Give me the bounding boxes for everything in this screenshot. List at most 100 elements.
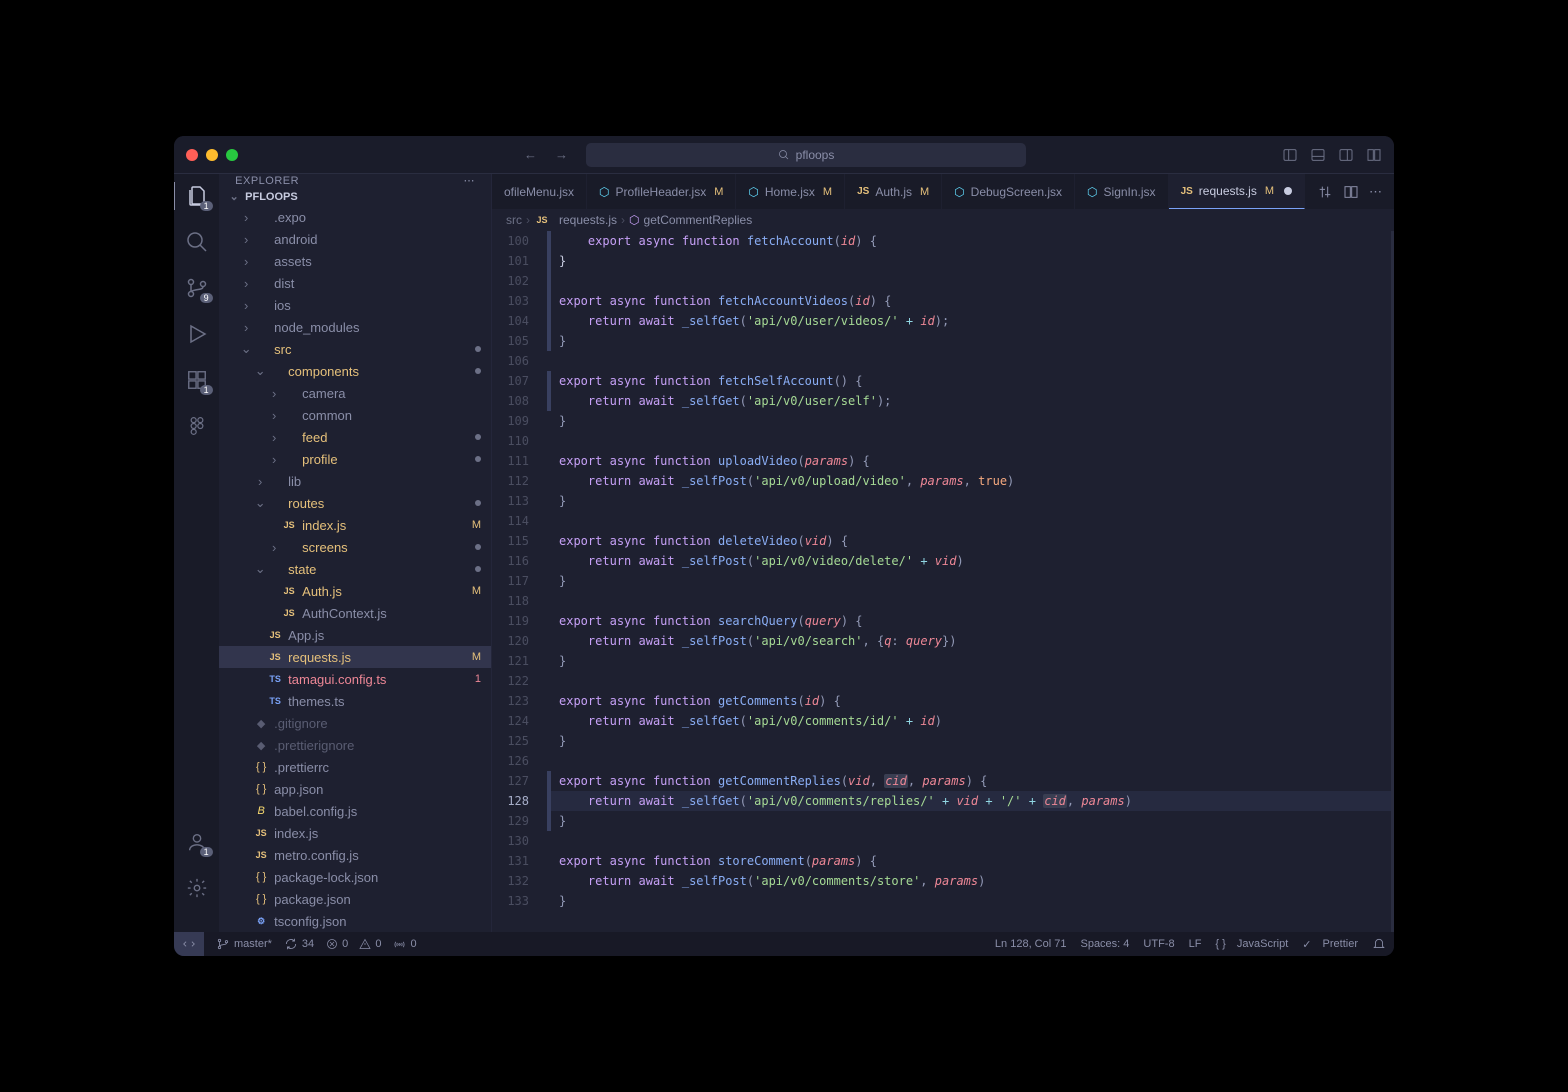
radio-button[interactable]: 0 xyxy=(393,938,416,951)
editor-tabs: ofileMenu.jsx⬡ ProfileHeader.jsxM⬡ Home.… xyxy=(492,174,1394,209)
cursor-position[interactable]: Ln 128, Col 71 xyxy=(995,938,1067,950)
activity-account[interactable]: 1 xyxy=(185,830,209,854)
folder-state[interactable]: ⌄state xyxy=(219,558,491,580)
sync-icon xyxy=(284,937,298,951)
file-tsconfig-json[interactable]: ⚙tsconfig.json xyxy=(219,910,491,932)
minimap[interactable] xyxy=(1391,231,1394,932)
close-window-button[interactable] xyxy=(186,149,198,161)
tab-requests-js[interactable]: JS requests.jsM xyxy=(1169,174,1305,209)
radio-icon xyxy=(393,938,406,951)
error-icon xyxy=(326,938,338,950)
encoding-button[interactable]: UTF-8 xyxy=(1143,938,1174,950)
folder-routes[interactable]: ⌄routes xyxy=(219,492,491,514)
explorer-more-button[interactable]: ⋯ xyxy=(464,174,476,187)
file--prettierrc[interactable]: { }.prettierrc xyxy=(219,756,491,778)
nav-forward-button[interactable]: → xyxy=(549,145,574,164)
panel-bottom-icon[interactable] xyxy=(1310,147,1326,163)
folder-assets[interactable]: ›assets xyxy=(219,250,491,272)
tab-SignIn-jsx[interactable]: ⬡ SignIn.jsx xyxy=(1075,174,1169,209)
folder-feed[interactable]: ›feed xyxy=(219,426,491,448)
warning-icon xyxy=(359,938,371,950)
file-requests-js[interactable]: JSrequests.jsM xyxy=(219,646,491,668)
workbench-body: 1 9 1 1 EXPLORER ⋯ xyxy=(174,174,1394,932)
activity-bar: 1 9 1 1 xyxy=(174,174,219,932)
folder--expo[interactable]: ›.expo xyxy=(219,206,491,228)
folder-android[interactable]: ›android xyxy=(219,228,491,250)
folder-components[interactable]: ⌄components xyxy=(219,360,491,382)
minimize-window-button[interactable] xyxy=(206,149,218,161)
file--prettierignore[interactable]: ◆.prettierignore xyxy=(219,734,491,756)
tab-ofileMenu-jsx[interactable]: ofileMenu.jsx xyxy=(492,174,587,209)
folder-node_modules[interactable]: ›node_modules xyxy=(219,316,491,338)
file-index-js[interactable]: JSindex.jsM xyxy=(219,514,491,536)
folder-screens[interactable]: ›screens xyxy=(219,536,491,558)
scm-badge: 9 xyxy=(200,293,213,303)
activity-extensions[interactable]: 1 xyxy=(185,368,209,392)
activity-search[interactable] xyxy=(185,230,209,254)
split-icon[interactable] xyxy=(1343,184,1359,200)
project-header[interactable]: ⌄ PFLOOPS xyxy=(219,187,491,206)
maximize-window-button[interactable] xyxy=(226,149,238,161)
titlebar: ← → pfloops xyxy=(174,136,1394,174)
activity-figma[interactable] xyxy=(185,414,209,438)
activity-scm[interactable]: 9 xyxy=(185,276,209,300)
activity-settings[interactable] xyxy=(185,876,209,900)
command-center-search[interactable]: pfloops xyxy=(586,143,1026,167)
problems-button[interactable]: 0 0 xyxy=(326,938,381,950)
breadcrumb-file: requests.js xyxy=(559,213,617,227)
remote-button[interactable] xyxy=(174,932,204,956)
branch-button[interactable]: master* xyxy=(216,937,272,951)
activity-explorer[interactable]: 1 xyxy=(185,184,209,208)
folder-src[interactable]: ⌄src xyxy=(219,338,491,360)
eol-button[interactable]: LF xyxy=(1189,938,1202,950)
branch-icon xyxy=(216,937,230,951)
file-AuthContext-js[interactable]: JSAuthContext.js xyxy=(219,602,491,624)
breadcrumb-folder: src xyxy=(506,213,522,227)
tab-more-button[interactable]: ⋯ xyxy=(1369,184,1382,200)
notifications-button[interactable] xyxy=(1372,937,1386,951)
sync-button[interactable]: 34 xyxy=(284,937,314,951)
method-icon: ⬡ xyxy=(629,213,639,227)
file-package-lock-json[interactable]: { }package-lock.json xyxy=(219,866,491,888)
tab-ProfileHeader-jsx[interactable]: ⬡ ProfileHeader.jsxM xyxy=(587,174,736,209)
layout-icon[interactable] xyxy=(1366,147,1382,163)
language-button[interactable]: { } JavaScript xyxy=(1215,938,1288,950)
folder-profile[interactable]: ›profile xyxy=(219,448,491,470)
prettier-button[interactable]: ✓ Prettier xyxy=(1302,938,1358,951)
folder-ios[interactable]: ›ios xyxy=(219,294,491,316)
folder-common[interactable]: ›common xyxy=(219,404,491,426)
file-themes-ts[interactable]: TSthemes.ts xyxy=(219,690,491,712)
file--gitignore[interactable]: ◆.gitignore xyxy=(219,712,491,734)
status-bar: master* 34 0 0 0 Ln 128, Col 71 Spaces: … xyxy=(174,932,1394,956)
file-app-json[interactable]: { }app.json xyxy=(219,778,491,800)
explorer-title: EXPLORER xyxy=(235,175,299,187)
tab-Auth-js[interactable]: JS Auth.jsM xyxy=(845,174,942,209)
compare-icon[interactable] xyxy=(1317,184,1333,200)
file-tamagui-config-ts[interactable]: TStamagui.config.ts1 xyxy=(219,668,491,690)
code-content[interactable]: export async function fetchAccount(id) {… xyxy=(551,231,1394,932)
breadcrumb[interactable]: src › JS requests.js › ⬡ getCommentRepli… xyxy=(492,209,1394,231)
file-package-json[interactable]: { }package.json xyxy=(219,888,491,910)
activity-debug[interactable] xyxy=(185,322,209,346)
file-Auth-js[interactable]: JSAuth.jsM xyxy=(219,580,491,602)
breadcrumb-symbol: getCommentReplies xyxy=(644,213,753,227)
panel-right-icon[interactable] xyxy=(1338,147,1354,163)
indent-button[interactable]: Spaces: 4 xyxy=(1080,938,1129,950)
folder-dist[interactable]: ›dist xyxy=(219,272,491,294)
code-editor[interactable]: 1001011021031041051061071081091101111121… xyxy=(492,231,1394,932)
panel-left-icon[interactable] xyxy=(1282,147,1298,163)
folder-camera[interactable]: ›camera xyxy=(219,382,491,404)
explorer-sidebar: EXPLORER ⋯ ⌄ PFLOOPS ›.expo›android›asse… xyxy=(219,174,492,932)
file-index-js[interactable]: JSindex.js xyxy=(219,822,491,844)
explorer-header: EXPLORER ⋯ xyxy=(219,174,491,187)
tab-DebugScreen-jsx[interactable]: ⬡ DebugScreen.jsx xyxy=(942,174,1075,209)
nav-back-button[interactable]: ← xyxy=(518,145,543,164)
tab-Home-jsx[interactable]: ⬡ Home.jsxM xyxy=(736,174,845,209)
bell-icon xyxy=(1372,937,1386,951)
line-gutter: 1001011021031041051061071081091101111121… xyxy=(492,231,547,932)
folder-lib[interactable]: ›lib xyxy=(219,470,491,492)
gear-icon xyxy=(186,877,208,899)
file-metro-config-js[interactable]: JSmetro.config.js xyxy=(219,844,491,866)
file-babel-config-js[interactable]: Bbabel.config.js xyxy=(219,800,491,822)
file-App-js[interactable]: JSApp.js xyxy=(219,624,491,646)
